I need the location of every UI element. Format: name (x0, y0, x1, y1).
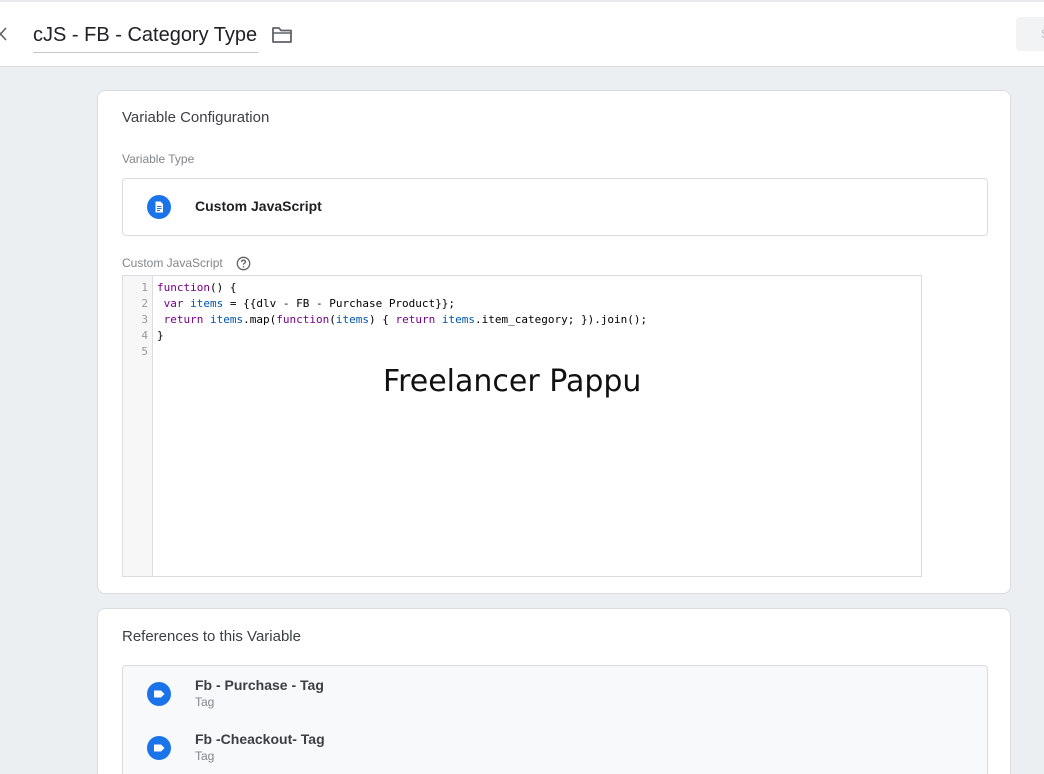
code-line[interactable]: } (157, 328, 164, 344)
reference-row[interactable]: Fb - Purchase - Tag Tag (122, 665, 988, 721)
line-number: 2 (141, 297, 148, 310)
reference-name: Fb -Cheackout- Tag (195, 731, 325, 747)
line-number: 3 (141, 313, 148, 326)
help-icon[interactable] (236, 256, 251, 271)
reference-type: Tag (195, 749, 215, 763)
card-title: References to this Variable (122, 628, 301, 645)
reference-name: Fb - Purchase - Tag (195, 677, 324, 693)
folder-icon[interactable] (271, 26, 293, 44)
close-icon[interactable] (0, 26, 8, 42)
reference-row[interactable]: Fb -Cheackout- Tag Tag (122, 720, 988, 774)
code-line[interactable]: function() { (157, 280, 236, 296)
variable-configuration-card: Variable Configuration Variable Type Cus… (97, 90, 1011, 594)
references-card: References to this Variable Fb - Purchas… (97, 608, 1011, 774)
variable-name-field[interactable]: cJS - FB - Category Type (33, 20, 258, 53)
top-border (0, 0, 1044, 2)
line-number-gutter: 1 2 3 4 5 (123, 276, 153, 576)
page-title[interactable]: cJS - FB - Category Type (33, 20, 258, 50)
custom-javascript-label: Custom JavaScript (122, 256, 223, 270)
document-icon (147, 195, 171, 219)
top-bar: cJS - FB - Category Type S (0, 0, 1044, 67)
line-number: 5 (141, 345, 148, 358)
tag-icon (147, 736, 171, 760)
tag-icon (147, 682, 171, 706)
save-button[interactable]: S (1016, 17, 1044, 51)
code-editor[interactable]: 1 2 3 4 5 function() { var items = {{dlv… (122, 275, 922, 577)
variable-type-value: Custom JavaScript (195, 198, 322, 214)
reference-type: Tag (195, 695, 215, 709)
card-title: Variable Configuration (122, 109, 270, 126)
line-number: 4 (141, 329, 148, 342)
code-line[interactable]: return items.map(function(items) { retur… (157, 312, 648, 328)
line-number: 1 (141, 281, 148, 294)
variable-type-selector[interactable]: Custom JavaScript (122, 178, 988, 236)
watermark-text: Freelancer Pappu (383, 364, 642, 399)
variable-type-label: Variable Type (122, 152, 195, 166)
code-line[interactable]: var items = {{dlv - FB - Purchase Produc… (157, 296, 455, 312)
